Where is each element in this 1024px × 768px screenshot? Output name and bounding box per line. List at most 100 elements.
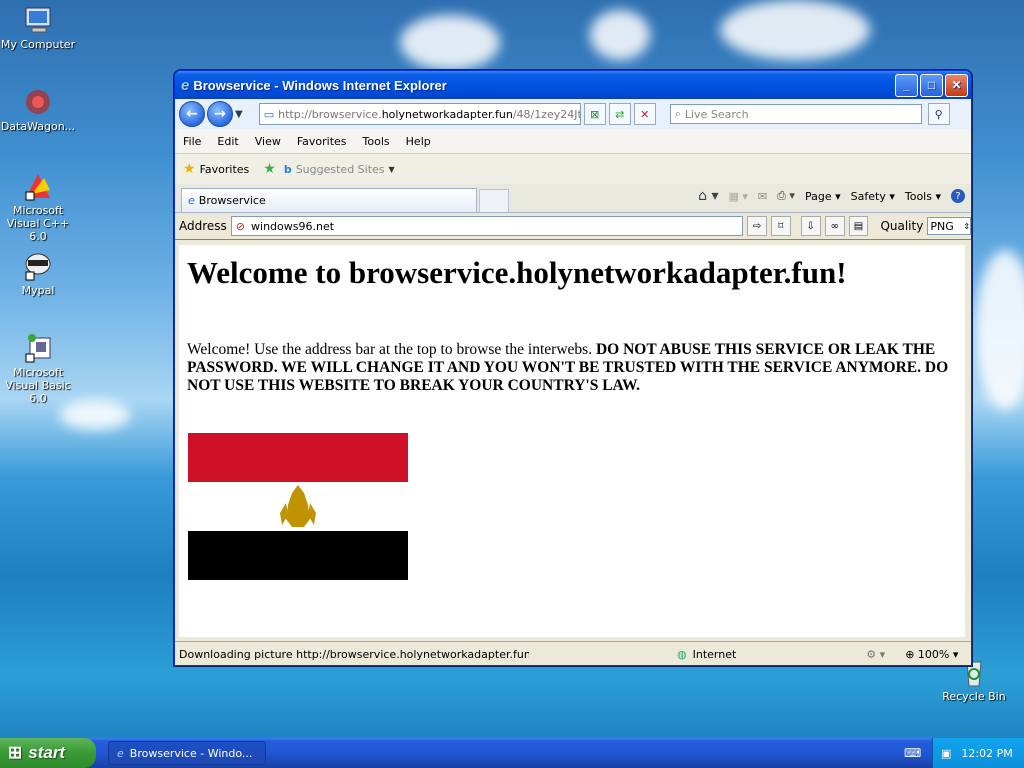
zoom-level: 100% — [917, 647, 950, 661]
url-field[interactable]: ▭ http://browservice. holynetworkadapter.… — [258, 103, 581, 125]
suggested-sites-label: Suggested Sites — [295, 162, 385, 176]
insecure-icon: ⊘ — [235, 219, 246, 233]
menu-file[interactable]: File — [183, 135, 201, 148]
back-button[interactable]: ← — [179, 101, 205, 127]
maximize-button[interactable]: □ — [920, 73, 943, 97]
menu-bar: File Edit View Favorites Tools Help — [175, 129, 971, 154]
status-bar: Downloading picture http://browservice.h… — [175, 641, 971, 665]
tab-label: Browservice — [198, 194, 266, 207]
protected-mode-icon[interactable]: ⚙ ▾ — [866, 648, 885, 661]
desktop-icon-mypal[interactable]: Mypal — [0, 250, 78, 297]
forward-button[interactable]: → — [207, 101, 233, 127]
bookmark-button[interactable]: ⌑ — [770, 216, 791, 236]
star-icon: ★ — [183, 161, 196, 177]
suggested-sites-button[interactable]: b Suggested Sites ▼ — [284, 163, 395, 176]
history-dropdown-icon[interactable]: ▼ — [235, 109, 243, 120]
network-icon[interactable]: ▣ — [941, 747, 951, 760]
desktop-icon-my-computer[interactable]: My Computer — [0, 4, 78, 51]
magnifier-icon: ⚲ — [934, 107, 943, 121]
cloud — [975, 250, 1024, 410]
start-label: start — [28, 743, 66, 762]
clipboard-button[interactable]: ▤ — [848, 216, 869, 236]
ie-tab-icon: e — [188, 194, 195, 207]
mypal-icon — [22, 250, 54, 282]
menu-view[interactable]: View — [255, 135, 281, 148]
download-button[interactable]: ⇩ — [800, 216, 821, 236]
spinner-icon[interactable]: ⇕ — [963, 222, 970, 231]
desktop-icon-label: Microsoft Visual Basic 6.0 — [5, 366, 71, 405]
tools-menu-label: Tools — [904, 189, 932, 203]
quality-value: PNG — [930, 219, 954, 233]
refresh-button[interactable]: ⇄ — [608, 103, 631, 125]
ie-taskbar-icon: e — [117, 746, 124, 760]
zone-label: Internet — [692, 647, 737, 661]
desktop-icon-datawagon[interactable]: DataWagon... — [0, 86, 78, 133]
command-bar: ⌂ ▾ ▦ ▾ ✉ ⎙ ▾ Page ▾ Safety ▾ Tools ▾ ? — [698, 188, 965, 204]
find-button[interactable]: ∞ — [824, 216, 845, 236]
computer-icon — [22, 4, 54, 36]
cloud — [590, 10, 650, 60]
tools-menu[interactable]: Tools ▾ — [905, 190, 941, 203]
browservice-toolbar: Address ⊘ windows96.net ⇨ ⌑ ⇩ ∞ ▤ Qualit… — [175, 213, 971, 240]
zoom-control[interactable]: ⊕ 100% ▾ — [905, 648, 958, 661]
bing-icon: b — [283, 162, 292, 176]
menu-edit[interactable]: Edit — [217, 135, 238, 148]
keyboard-icon[interactable]: ⌨ — [904, 746, 921, 760]
start-button[interactable]: ⊞ start — [0, 738, 96, 768]
back-arrow-icon: ← — [186, 106, 198, 122]
binoculars-icon: ∞ — [830, 220, 839, 232]
close-button[interactable]: ✕ — [945, 73, 968, 97]
refresh-icon: ⇄ — [615, 107, 625, 121]
address-input[interactable]: ⊘ windows96.net — [230, 216, 744, 236]
datawagon-icon — [22, 86, 54, 118]
home-icon[interactable]: ⌂ ▾ — [698, 188, 718, 204]
url-prefix: http://browservice. — [278, 107, 382, 121]
menu-tools[interactable]: Tools — [363, 135, 390, 148]
clock[interactable]: 12:02 PM — [961, 747, 1012, 760]
tab-browservice[interactable]: e Browservice — [181, 188, 477, 212]
search-button[interactable]: ⚲ — [927, 103, 950, 125]
favorites-bar: ★ Favorites ★ b Suggested Sites ▼ — [175, 154, 971, 184]
menu-help[interactable]: Help — [406, 135, 431, 148]
mail-icon[interactable]: ✉ — [758, 190, 767, 203]
go-button[interactable]: ⇨ — [747, 216, 767, 236]
quality-label: Quality — [880, 219, 924, 233]
desktop-icon-visual-cpp[interactable]: Microsoft Visual C++ 6.0 — [0, 170, 78, 243]
egypt-flag-image — [188, 433, 408, 580]
safety-menu[interactable]: Safety ▾ — [851, 190, 895, 203]
desktop-icon-label: Mypal — [21, 284, 55, 297]
page-content: Welcome to browservice.holynetworkadapte… — [179, 245, 965, 637]
page-menu[interactable]: Page ▾ — [805, 190, 841, 203]
flag-bottom-band — [188, 531, 408, 580]
cloud — [720, 0, 870, 60]
page-icon: ▭ — [263, 107, 275, 121]
title-bar[interactable]: e Browservice - Windows Internet Explore… — [175, 71, 971, 99]
visual-basic-icon — [22, 332, 54, 364]
search-icon: ⌕ — [674, 107, 681, 120]
add-favorite-icon[interactable]: ★ — [263, 161, 276, 177]
cloud — [400, 15, 500, 70]
stop-button[interactable]: ✕ — [633, 103, 656, 125]
browser-window[interactable]: e Browservice - Windows Internet Explore… — [174, 70, 972, 666]
system-tray: ▣ 12:02 PM — [932, 738, 1024, 768]
minimize-button[interactable]: _ — [895, 73, 918, 97]
compatibility-button[interactable]: ⊠ — [583, 103, 606, 125]
window-title: Browservice - Windows Internet Explorer — [193, 77, 447, 93]
desktop-icon-label: Microsoft Visual C++ 6.0 — [6, 204, 70, 243]
feeds-icon[interactable]: ▦ ▾ — [729, 190, 748, 203]
print-icon[interactable]: ⎙ ▾ — [777, 189, 795, 203]
favorites-button[interactable]: ★ Favorites — [183, 161, 249, 177]
globe-icon: ◍ — [677, 647, 687, 661]
menu-favorites[interactable]: Favorites — [297, 135, 347, 148]
desktop-icon-label: DataWagon... — [0, 120, 76, 133]
desktop-icon-visual-basic[interactable]: Microsoft Visual Basic 6.0 — [0, 332, 78, 405]
page-heading: Welcome to browservice.holynetworkadapte… — [187, 255, 847, 290]
quality-select[interactable]: PNG ⇕ — [927, 217, 971, 235]
help-icon[interactable]: ? — [951, 189, 965, 203]
new-tab-button[interactable] — [479, 189, 509, 212]
search-input[interactable]: ⌕ Live Search — [669, 104, 922, 124]
taskbar-item-browservice[interactable]: e Browservice - Windo... — [108, 741, 266, 765]
visual-cpp-icon — [22, 170, 54, 202]
ie-icon: e — [181, 76, 190, 94]
desktop-icon-label: My Computer — [0, 38, 76, 51]
